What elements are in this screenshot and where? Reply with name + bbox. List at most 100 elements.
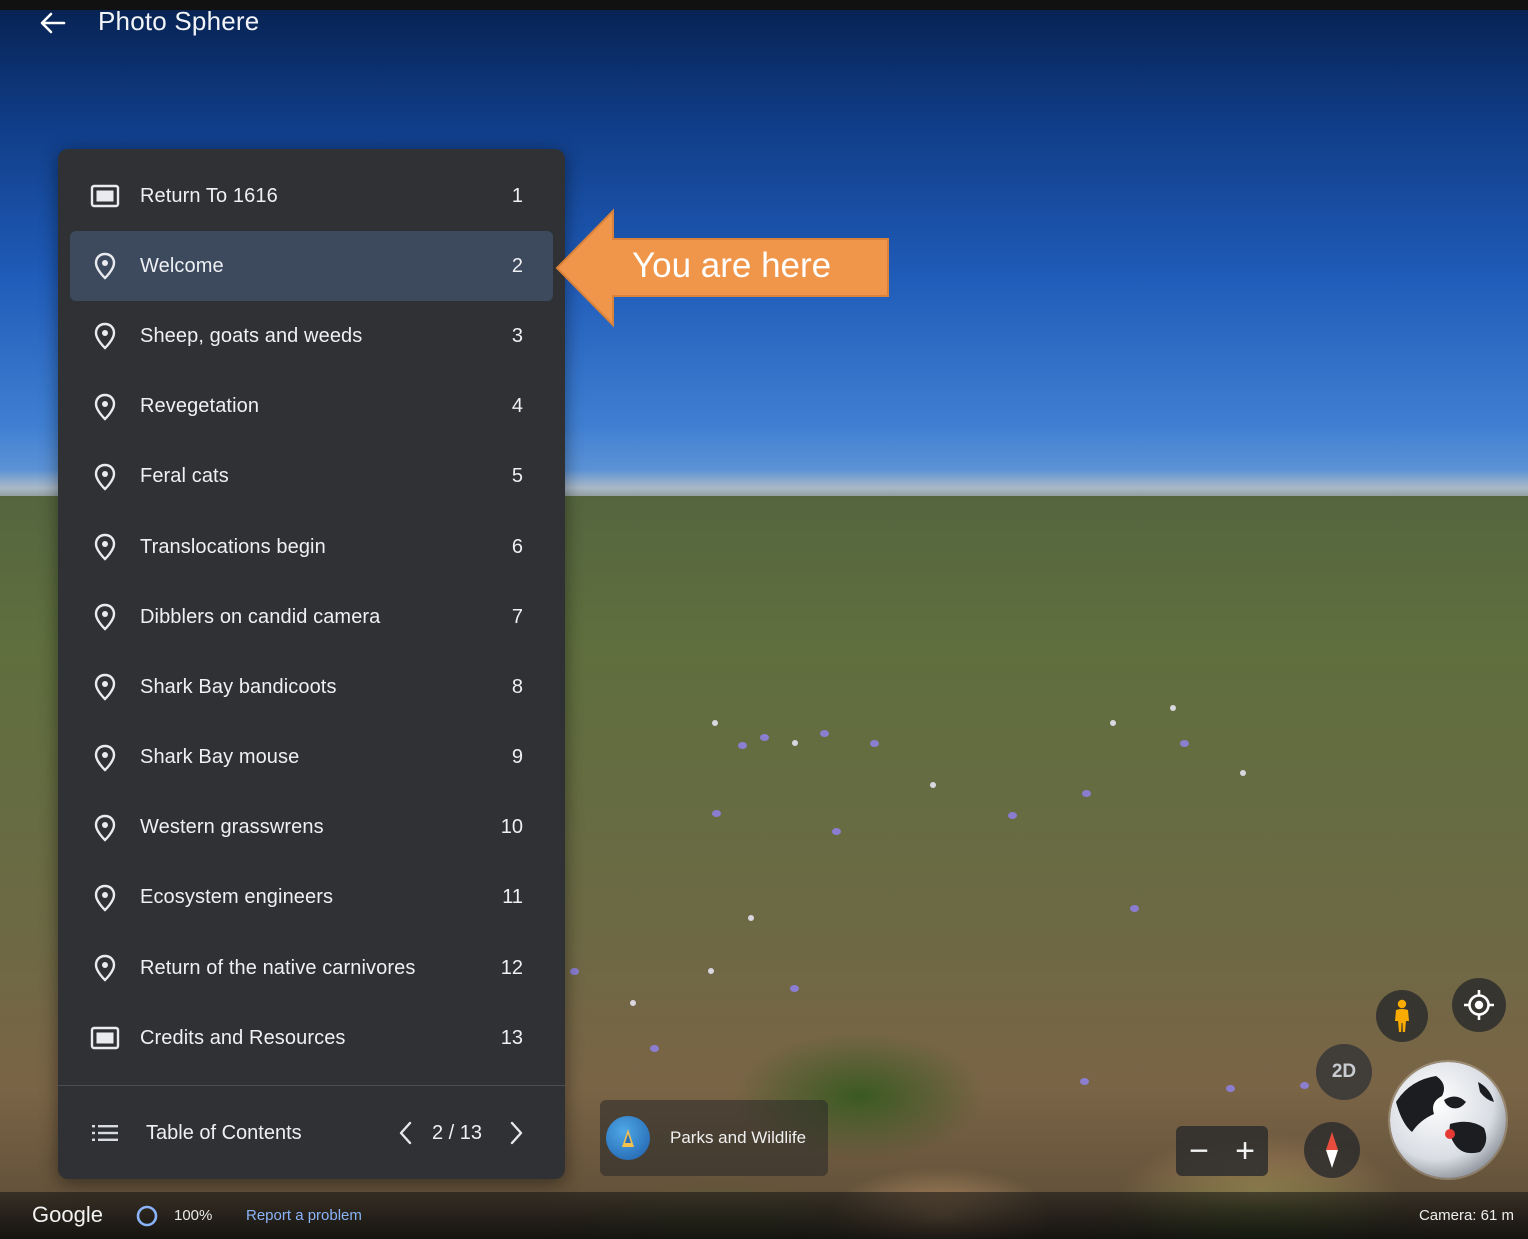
toc-item[interactable]: Translocations begin 6 bbox=[58, 512, 565, 582]
table-of-contents-panel: Return To 1616 1 Welcome 2 Sheep, goats and … bbox=[58, 149, 565, 1179]
wildflower bbox=[760, 734, 769, 741]
wildflower bbox=[712, 720, 718, 726]
toc-item-number: 3 bbox=[511, 324, 523, 347]
loading-ring-icon bbox=[134, 1203, 160, 1229]
toc-item-number: 12 bbox=[500, 956, 523, 979]
wildflower bbox=[1180, 740, 1189, 747]
place-pin-icon bbox=[90, 883, 120, 913]
contributor-name: Parks and Wildlife bbox=[670, 1128, 807, 1147]
toc-item[interactable]: Shark Bay mouse 9 bbox=[58, 723, 565, 793]
wildflower bbox=[630, 1000, 636, 1006]
contributor-chip[interactable]: Parks and Wildlife bbox=[600, 1100, 828, 1176]
wildflower bbox=[1008, 812, 1017, 819]
wildflower bbox=[1240, 770, 1246, 776]
toc-item[interactable]: Feral cats 5 bbox=[58, 442, 565, 512]
place-pin-icon bbox=[90, 743, 120, 773]
wildflower bbox=[820, 730, 829, 737]
wildflower bbox=[570, 968, 579, 975]
toc-item[interactable]: Return To 1616 1 bbox=[58, 161, 565, 231]
toc-item-number: 4 bbox=[511, 395, 523, 418]
place-pin-icon bbox=[90, 813, 120, 843]
toc-item-number: 13 bbox=[500, 1026, 523, 1049]
place-pin-icon bbox=[90, 462, 120, 492]
zoom-control: − + bbox=[1176, 1126, 1268, 1176]
toc-item[interactable]: Return of the native carnivores 12 bbox=[58, 933, 565, 1003]
pegman-icon[interactable] bbox=[1376, 990, 1428, 1042]
toc-item-label: Sheep, goats and weeds bbox=[140, 324, 363, 347]
toc-item[interactable]: Welcome 2 bbox=[58, 231, 565, 302]
toc-item[interactable]: Shark Bay bandicoots 8 bbox=[58, 652, 565, 722]
toc-item-label: Ecosystem engineers bbox=[140, 886, 334, 909]
compass-icon[interactable] bbox=[1304, 1122, 1360, 1178]
page-indicator: 2 / 13 bbox=[432, 1122, 483, 1144]
wildflower bbox=[712, 810, 721, 817]
wildflower bbox=[1110, 720, 1116, 726]
place-pin-icon bbox=[90, 532, 120, 562]
toggle-2d-button[interactable]: 2D bbox=[1316, 1044, 1372, 1100]
report-problem-link[interactable]: Report a problem bbox=[246, 1207, 362, 1224]
list-icon[interactable] bbox=[90, 1120, 120, 1146]
toc-item-label: Revegetation bbox=[140, 395, 260, 418]
load-percentage: 100% bbox=[174, 1207, 213, 1224]
toc-item-label: Return of the native carnivores bbox=[140, 956, 416, 979]
wildflower bbox=[832, 828, 841, 835]
wildflower bbox=[650, 1045, 659, 1052]
wildflower bbox=[930, 782, 936, 788]
parks-and-wildlife-logo bbox=[606, 1116, 650, 1160]
toc-item[interactable]: Credits and Resources 13 bbox=[58, 1003, 565, 1073]
wildflower bbox=[870, 740, 879, 747]
wildflower bbox=[1226, 1085, 1235, 1092]
wildflower bbox=[708, 968, 714, 974]
place-pin-icon bbox=[90, 602, 120, 632]
page-title: Photo Sphere bbox=[98, 6, 260, 36]
place-pin-icon bbox=[90, 392, 120, 422]
toc-item[interactable]: Ecosystem engineers 11 bbox=[58, 863, 565, 933]
toc-item-label: Credits and Resources bbox=[140, 1026, 346, 1049]
wildflower bbox=[738, 742, 747, 749]
toc-item-number: 2 bbox=[511, 254, 523, 277]
toc-item-label: Feral cats bbox=[140, 465, 229, 488]
toc-item[interactable]: Sheep, goats and weeds 3 bbox=[58, 301, 565, 371]
toc-item[interactable]: Western grasswrens 10 bbox=[58, 793, 565, 863]
toc-item-label: Dibblers on candid camera bbox=[140, 605, 381, 628]
toc-item-number: 11 bbox=[502, 886, 523, 909]
my-location-icon[interactable] bbox=[1452, 978, 1506, 1032]
wildflower bbox=[792, 740, 798, 746]
toc-item-number: 7 bbox=[511, 605, 523, 628]
camera-altitude: Camera: 61 m bbox=[1418, 1207, 1514, 1224]
wildflower bbox=[1130, 905, 1139, 912]
toc-item-number: 1 bbox=[511, 184, 523, 207]
toc-item-label: Welcome bbox=[140, 254, 224, 277]
wildflower bbox=[1082, 790, 1091, 797]
toc-item-label: Western grasswrens bbox=[140, 816, 324, 839]
zoom-out-button[interactable]: − bbox=[1176, 1126, 1222, 1176]
google-logo: Google bbox=[32, 1202, 103, 1227]
toc-list: Return To 1616 1 Welcome 2 Sheep, goats and … bbox=[58, 161, 565, 1073]
toc-footer-title[interactable]: Table of Contents bbox=[146, 1122, 302, 1145]
toc-item-label: Translocations begin bbox=[140, 535, 326, 558]
slide-icon bbox=[90, 181, 120, 211]
toc-item-number: 9 bbox=[511, 746, 523, 769]
toc-item-number: 10 bbox=[500, 816, 523, 839]
globe-minimap[interactable] bbox=[1390, 1062, 1506, 1178]
toc-item[interactable]: Dibblers on candid camera 7 bbox=[58, 582, 565, 652]
place-pin-icon bbox=[90, 321, 120, 351]
slide-icon bbox=[90, 1023, 120, 1053]
you-are-here-label: You are here bbox=[632, 246, 832, 285]
zoom-in-button[interactable]: + bbox=[1222, 1126, 1268, 1176]
wildflower bbox=[1300, 1082, 1309, 1089]
toc-item-label: Return To 1616 bbox=[140, 184, 278, 207]
toc-footer: Table of Contents 2 / 13 bbox=[58, 1086, 565, 1179]
back-arrow-icon[interactable] bbox=[34, 8, 70, 38]
place-pin-icon bbox=[90, 953, 120, 983]
toc-item-label: Shark Bay mouse bbox=[140, 746, 300, 769]
wildflower bbox=[748, 915, 754, 921]
toc-item-label: Shark Bay bandicoots bbox=[140, 675, 337, 698]
toc-item[interactable]: Revegetation 4 bbox=[58, 372, 565, 442]
place-pin-icon bbox=[90, 672, 120, 702]
chevron-left-icon[interactable] bbox=[392, 1116, 418, 1150]
chevron-right-icon[interactable] bbox=[504, 1116, 530, 1150]
toc-item-number: 6 bbox=[511, 535, 523, 558]
place-pin-icon bbox=[90, 251, 120, 281]
wildflower bbox=[790, 985, 799, 992]
